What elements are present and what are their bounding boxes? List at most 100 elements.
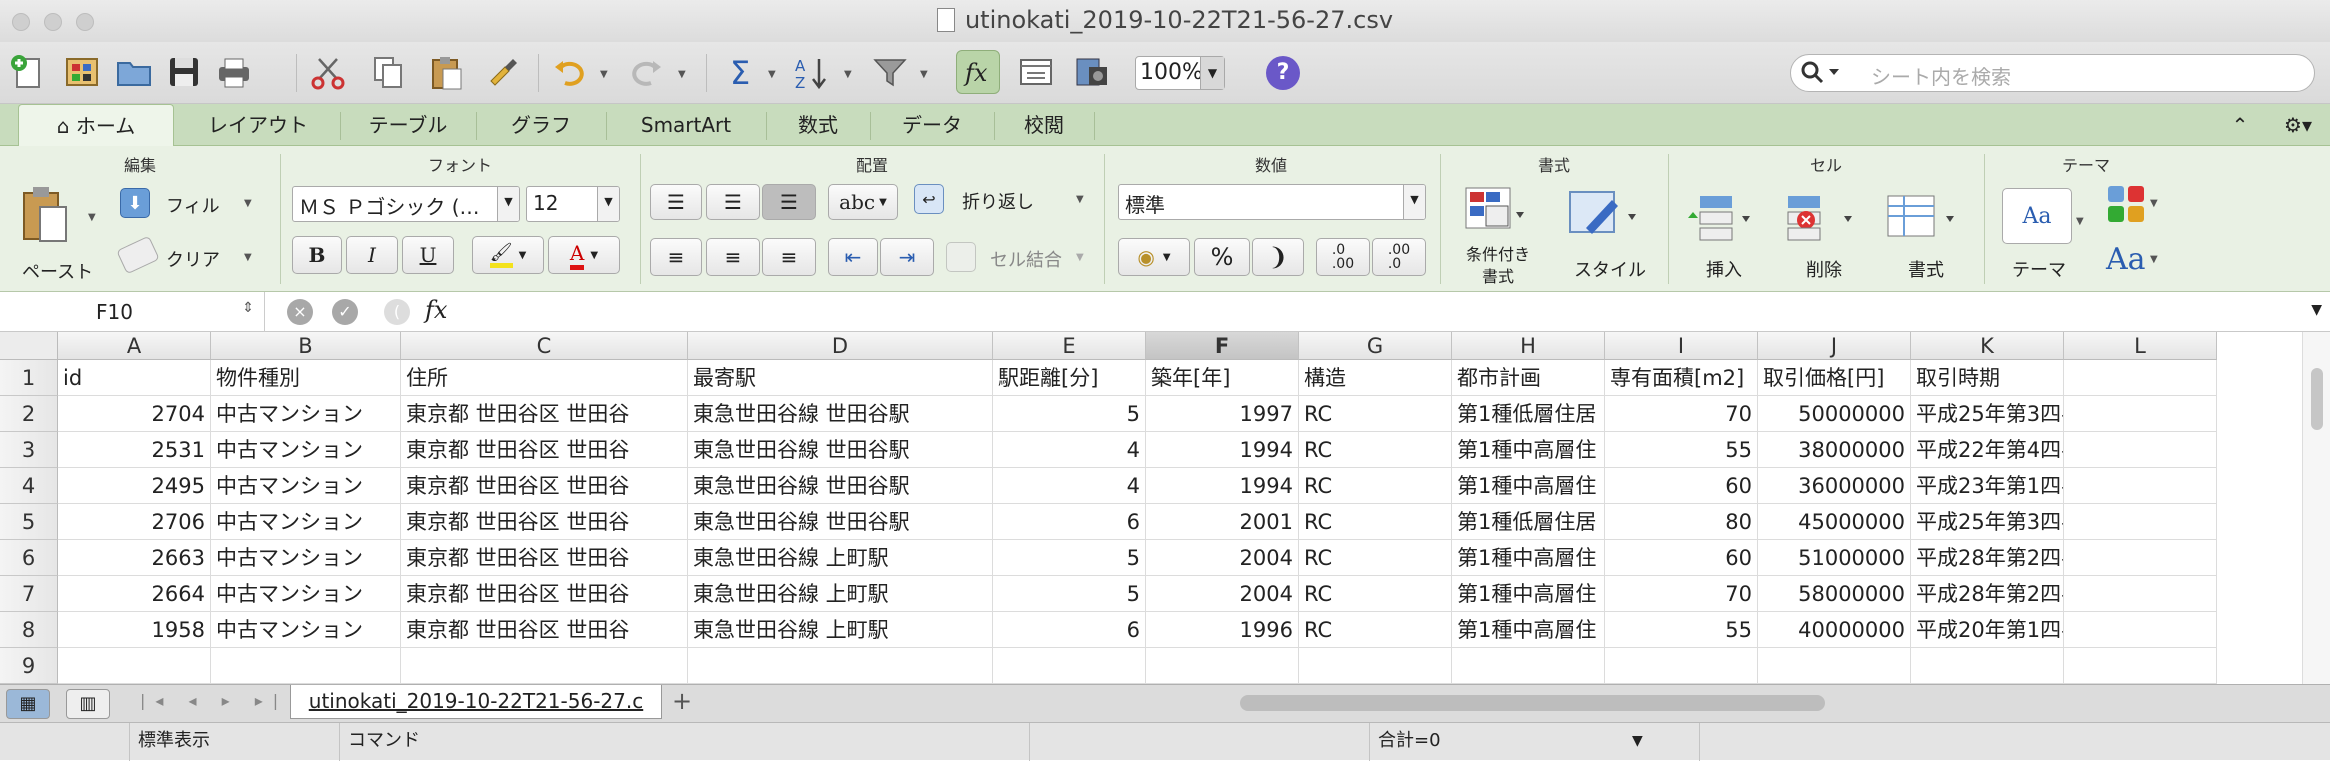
cell-l4[interactable] [2064, 468, 2217, 504]
show-formula-bar-icon[interactable] [1014, 50, 1058, 94]
format-label[interactable]: 書式 [1908, 256, 1944, 282]
align-top-icon[interactable]: ☰ [650, 184, 702, 220]
wrap-text-icon[interactable]: ↩ [914, 184, 944, 214]
cell-styles-label[interactable]: スタイル [1574, 256, 1646, 282]
underline-button[interactable]: U [402, 236, 454, 274]
paste-button[interactable] [20, 184, 72, 246]
align-bottom-icon[interactable]: ☰ [762, 184, 816, 220]
theme-fonts-button[interactable]: Aa [2106, 242, 2146, 277]
bold-button[interactable]: B [292, 236, 342, 274]
cell-e9[interactable] [993, 648, 1146, 684]
cell-k4[interactable]: 平成23年第1四半期 [1911, 468, 2064, 504]
paste-icon[interactable] [424, 50, 468, 94]
orientation-button[interactable]: abc ▼ [828, 184, 898, 220]
wrap-dropdown-icon[interactable]: ▼ [1076, 194, 1084, 205]
increase-indent-icon[interactable]: ⇥ [880, 238, 934, 276]
cell-e7[interactable]: 5 [993, 576, 1146, 612]
cell-k2[interactable]: 平成25年第3四半期 [1911, 396, 2064, 432]
fill-dropdown-icon[interactable]: ▼ [244, 198, 252, 209]
merge-cells-label[interactable]: セル結合 [990, 246, 1062, 272]
cell-j4[interactable]: 36000000 [1758, 468, 1911, 504]
eraser-icon[interactable] [116, 235, 160, 275]
column-header-g[interactable]: G [1299, 332, 1452, 360]
cell-a7[interactable]: 2664 [58, 576, 211, 612]
cell-l8[interactable] [2064, 612, 2217, 648]
formula-bar-expand-icon[interactable]: ▼ [2311, 302, 2322, 318]
cell-d9[interactable] [688, 648, 993, 684]
cell-a6[interactable]: 2663 [58, 540, 211, 576]
comma-style-button[interactable]: ❩ [1252, 238, 1304, 276]
vertical-scrollbar[interactable] [2302, 332, 2330, 684]
page-layout-view-button[interactable]: ▥ [66, 689, 110, 719]
cell-e1[interactable]: 駅距離[分] [993, 360, 1146, 396]
cell-b7[interactable]: 中古マンション [211, 576, 401, 612]
new-document-icon[interactable] [6, 50, 50, 94]
cell-c7[interactable]: 東京都 世田谷区 世田谷 [401, 576, 688, 612]
cell-l3[interactable] [2064, 432, 2217, 468]
cell-a3[interactable]: 2531 [58, 432, 211, 468]
name-box[interactable]: F10 ⇕ [0, 292, 265, 332]
cell-e8[interactable]: 6 [993, 612, 1146, 648]
column-header-k[interactable]: K [1911, 332, 2064, 360]
tab-layout[interactable]: レイアウト [176, 104, 340, 146]
clear-label[interactable]: クリア [166, 246, 220, 272]
cell-d4[interactable]: 東急世田谷線 世田谷駅 [688, 468, 993, 504]
cell-j5[interactable]: 45000000 [1758, 504, 1911, 540]
tab-data[interactable]: データ [870, 104, 994, 146]
row-header-6[interactable]: 6 [0, 540, 58, 576]
cell-f8[interactable]: 1996 [1146, 612, 1299, 648]
fill-down-icon[interactable]: ⬇ [120, 188, 150, 218]
cell-g3[interactable]: RC [1299, 432, 1452, 468]
cell-f5[interactable]: 2001 [1146, 504, 1299, 540]
cell-k6[interactable]: 平成28年第2四半期 [1911, 540, 2064, 576]
currency-format-button[interactable]: ◉ ▼ [1118, 238, 1190, 276]
redo-icon[interactable] [624, 50, 668, 94]
row-header-8[interactable]: 8 [0, 612, 58, 648]
horizontal-scrollbar[interactable] [1240, 695, 1825, 711]
cell-j1[interactable]: 取引価格[円] [1758, 360, 1911, 396]
column-header-i[interactable]: I [1605, 332, 1758, 360]
merge-cells-icon[interactable] [946, 242, 976, 272]
cell-j8[interactable]: 40000000 [1758, 612, 1911, 648]
decrease-decimal-button[interactable]: .00 .0 [1372, 238, 1426, 276]
sort-icon[interactable]: AZ [790, 50, 834, 94]
cell-i3[interactable]: 55 [1605, 432, 1758, 468]
align-center-icon[interactable]: ≡ [706, 238, 760, 276]
cell-a5[interactable]: 2706 [58, 504, 211, 540]
increase-decimal-button[interactable]: .0 .00 [1316, 238, 1370, 276]
normal-view-button[interactable]: ▦ [6, 689, 50, 719]
cell-a2[interactable]: 2704 [58, 396, 211, 432]
select-all-corner[interactable] [0, 332, 58, 360]
undo-icon[interactable] [548, 50, 592, 94]
insert-label[interactable]: 挿入 [1706, 256, 1742, 282]
row-header-9[interactable]: 9 [0, 648, 58, 684]
cell-d1[interactable]: 最寄駅 [688, 360, 993, 396]
cell-b8[interactable]: 中古マンション [211, 612, 401, 648]
cell-e4[interactable]: 4 [993, 468, 1146, 504]
font-color-button[interactable]: A ▼ [548, 236, 620, 274]
cell-j3[interactable]: 38000000 [1758, 432, 1911, 468]
cell-d7[interactable]: 東急世田谷線 上町駅 [688, 576, 993, 612]
search-box[interactable]: シート内を検索 [1790, 54, 2315, 92]
cell-e3[interactable]: 4 [993, 432, 1146, 468]
number-format-dropdown-icon[interactable]: ▼ [1403, 185, 1425, 219]
paste-dropdown-icon[interactable]: ▼ [88, 212, 96, 223]
insert-cells-icon[interactable] [1686, 188, 1756, 244]
cell-h9[interactable] [1452, 648, 1605, 684]
cell-b6[interactable]: 中古マンション [211, 540, 401, 576]
font-name-dropdown-icon[interactable]: ▼ [497, 187, 519, 221]
open-folder-icon[interactable] [112, 50, 156, 94]
cell-c2[interactable]: 東京都 世田谷区 世田谷 [401, 396, 688, 432]
cell-g4[interactable]: RC [1299, 468, 1452, 504]
autosum-icon[interactable]: Σ [718, 50, 762, 94]
media-browser-icon[interactable] [1070, 50, 1114, 94]
cell-h2[interactable]: 第1種低層住居 [1452, 396, 1605, 432]
sort-dropdown-icon[interactable]: ▼ [844, 69, 852, 80]
align-middle-icon[interactable]: ☰ [706, 184, 760, 220]
cell-f1[interactable]: 築年[年] [1146, 360, 1299, 396]
tab-chart[interactable]: グラフ [476, 104, 606, 146]
copy-icon[interactable] [366, 50, 410, 94]
cell-i5[interactable]: 80 [1605, 504, 1758, 540]
column-header-e[interactable]: E [993, 332, 1146, 360]
cell-d2[interactable]: 東急世田谷線 世田谷駅 [688, 396, 993, 432]
